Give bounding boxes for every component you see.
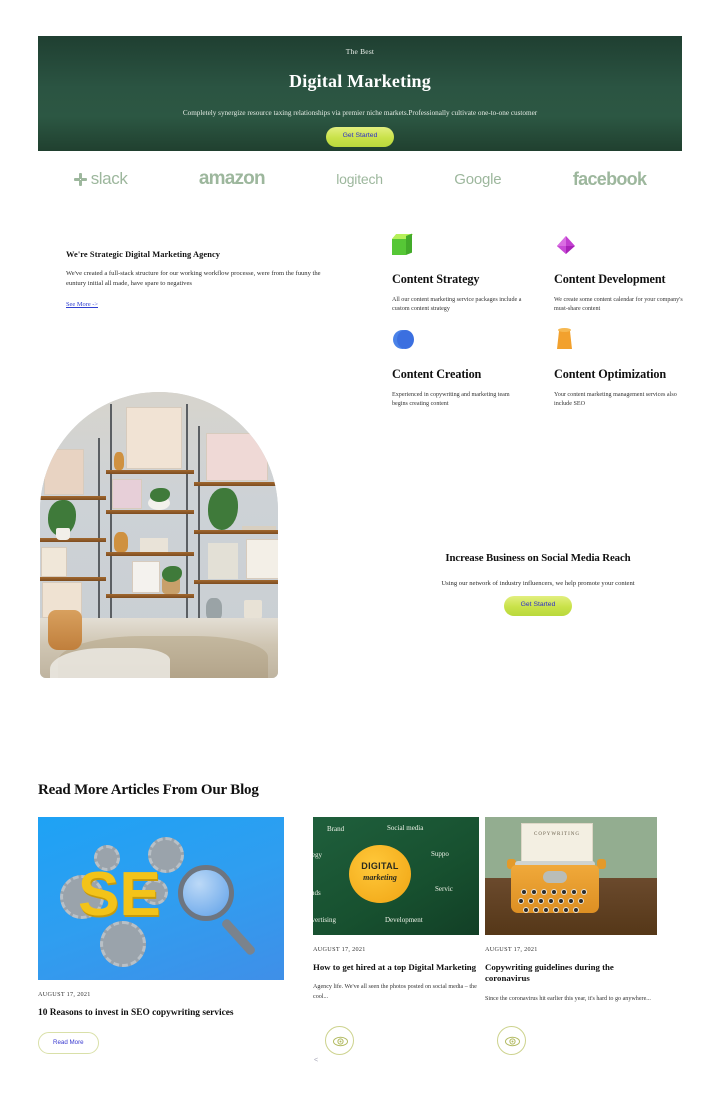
service-desc: Your content marketing management servic…	[554, 392, 677, 408]
promo-block: Increase Business on Social Media Reach …	[392, 552, 684, 616]
hero-banner: The Best Digital Marketing Completely sy…	[38, 36, 682, 151]
eye-icon	[333, 1036, 348, 1047]
blog-card[interactable]: COPYWRITING AUGUST 17, 2021 Copywriting …	[485, 817, 657, 1004]
service-card-content-optimization: Content Optimization Your content market…	[554, 328, 684, 409]
service-card-content-strategy: Content Strategy All our content marketi…	[391, 233, 522, 314]
chalk-word: tegy	[313, 851, 323, 859]
eye-icon	[505, 1036, 520, 1047]
slack-icon	[73, 172, 87, 186]
hero-eyebrow: The Best	[345, 47, 375, 56]
view-post-button[interactable]	[497, 1026, 526, 1055]
about-body: We've created a full-stack structure for…	[66, 270, 321, 288]
blog-card-date: AUGUST 17, 2021	[38, 991, 91, 998]
interior-shelving-photo	[40, 392, 278, 678]
service-title: Content Development	[554, 272, 666, 286]
service-desc: All our content marketing service packag…	[392, 296, 522, 313]
service-title: Content Strategy	[392, 272, 480, 286]
blog-card-title[interactable]: 10 Reasons to invest in SEO copywriting …	[38, 1007, 284, 1019]
see-more-link[interactable]: See More ->	[66, 301, 98, 308]
logo-slack: slack	[73, 169, 128, 189]
photo-rug-white	[50, 648, 170, 678]
hero-subtitle: Completely synergize resource taxing rel…	[182, 109, 538, 117]
seo-gears-magnifier-image: SE	[38, 817, 284, 980]
shelf-unit-left	[40, 438, 108, 626]
brand-logo-strip: slack amazon logitech Google facebook	[38, 158, 682, 200]
prev-arrow-icon[interactable]: <	[314, 1057, 318, 1064]
logo-google-label: Google	[454, 170, 502, 188]
blog-card-title[interactable]: How to get hired at a top Digital Market…	[313, 962, 479, 973]
sphere-icon	[392, 328, 418, 354]
chalk-word: Social media	[387, 824, 424, 832]
blog-section-heading: Read More Articles From Our Blog	[38, 782, 259, 798]
logo-facebook-label: facebook	[572, 168, 647, 189]
service-card-content-creation: Content Creation Experienced in copywrit…	[392, 328, 522, 409]
logo-logitech-label: logitech	[336, 171, 383, 187]
copywriting-typewriter-image: COPYWRITING	[485, 817, 657, 935]
chalk-word: nds	[313, 889, 321, 897]
page-root: The Best Digital Marketing Completely sy…	[0, 0, 720, 1115]
promo-subtitle: Using our network of industry influencer…	[441, 580, 635, 587]
logo-facebook: facebook	[572, 168, 647, 190]
cube-icon	[391, 233, 418, 259]
logo-amazon: amazon	[198, 168, 266, 190]
service-title: Content Creation	[392, 367, 482, 382]
promo-get-started-button[interactable]: Get Started	[503, 596, 573, 616]
service-desc: We create some content calendar for your…	[554, 296, 683, 313]
service-card-content-development: Content Development We create some conte…	[554, 233, 684, 314]
typewriter-paper-title: COPYWRITING	[534, 832, 580, 837]
chalk-word: dvertising	[313, 916, 336, 924]
logo-google: Google	[454, 171, 501, 188]
services-grid: Content Strategy All our content marketi…	[391, 233, 684, 409]
service-desc: Experienced in copywriting and marketing…	[392, 392, 510, 408]
chalk-word: Suppo	[431, 850, 449, 858]
logo-slack-label: slack	[90, 169, 128, 188]
blog-card-date: AUGUST 17, 2021	[485, 946, 538, 953]
about-title: We're Strategic Digital Marketing Agency	[66, 250, 221, 259]
cylinder-icon	[554, 328, 580, 354]
blog-card-excerpt: Agency life. We've all seen the photos p…	[313, 984, 477, 1000]
blog-card-excerpt: Since the coronavirus hit earlier this y…	[485, 995, 651, 1002]
shelf-unit-middle	[106, 404, 196, 626]
service-title: Content Optimization	[554, 367, 667, 382]
photo-ottoman	[48, 610, 82, 650]
chalk-main-text: DIGITAL	[361, 861, 399, 871]
blog-card[interactable]: Brand Social media tegy Suppo nds Servic…	[313, 817, 479, 1002]
octahedron-icon	[554, 233, 580, 259]
blog-card-date: AUGUST 17, 2021	[313, 946, 366, 953]
chalk-word: Development	[385, 916, 423, 924]
view-post-button[interactable]	[325, 1026, 354, 1055]
promo-title: Increase Business on Social Media Reach	[445, 552, 631, 564]
shelf-unit-right	[194, 426, 278, 626]
seo-letter-s: SE	[78, 860, 161, 929]
hero-get-started-button[interactable]: Get Started	[325, 127, 395, 147]
about-block: We're Strategic Digital Marketing Agency…	[66, 250, 331, 311]
hero-title: Digital Marketing	[289, 71, 431, 91]
chalk-word: Brand	[327, 825, 345, 833]
read-more-button[interactable]: Read More	[38, 1032, 99, 1055]
chalk-sub-text: marketing	[363, 873, 397, 882]
logo-amazon-label: amazon	[198, 168, 266, 189]
chalk-word: Servic	[435, 885, 453, 893]
logo-logitech: logitech	[336, 171, 383, 187]
blog-card-title[interactable]: Copywriting guidelines during the corona…	[485, 962, 657, 985]
blog-card[interactable]: SE AUGUST 17, 2021 10 Reasons to invest …	[38, 817, 284, 1055]
digital-marketing-chalkboard-image: Brand Social media tegy Suppo nds Servic…	[313, 817, 479, 935]
